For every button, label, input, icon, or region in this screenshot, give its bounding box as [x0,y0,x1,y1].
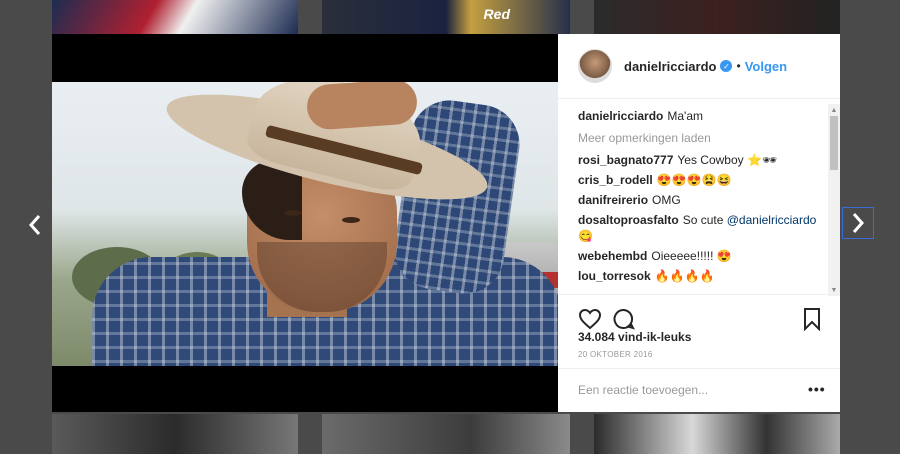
list-item: cris_b_rodell 😍😍😍😫😆 [578,172,822,188]
comment-text: OMG [652,193,681,207]
list-item: danifreirerio OMG [578,192,822,208]
header-username[interactable]: danielricciardo [624,59,716,74]
list-item: dosaltoproasfalto So cute @danielricciard… [578,212,822,244]
eye [284,210,302,216]
grid-thumbnail[interactable] [322,414,570,454]
hand [305,82,419,131]
thumbnail-text: Red [483,6,510,22]
comment-list: danielricciardo Ma'am Meer opmerkingen la… [578,108,822,292]
comment-button[interactable] [612,307,636,331]
heart-icon [578,308,602,330]
caption-text: Ma'am [667,109,704,123]
list-item: lou_torresok 🔥🔥🔥🔥 [578,268,822,284]
caption-username[interactable]: danielricciardo [578,109,663,123]
comment-username[interactable]: danifreirerio [578,193,648,207]
grid-thumbnail[interactable] [52,414,298,454]
list-item: rosi_bagnato777 Yes Cowboy ⭐🕶 [578,152,822,168]
post-date: 20 OKTOBER 2016 [578,350,653,359]
post-modal: danielricciardo ✓ • Volgen danielricciar… [52,34,840,412]
comment-username[interactable]: cris_b_rodell [578,173,653,187]
caption: danielricciardo Ma'am [578,108,822,124]
add-comment-input[interactable]: Een reactie toevoegen... [578,383,708,397]
comment-text: So cute [682,213,724,227]
list-item: webehembd Oieeeee!!!!! 😍 [578,248,822,264]
scroll-thumb[interactable] [830,116,838,170]
load-more-comments-button[interactable]: Meer opmerkingen laden [578,130,822,146]
speech-bubble-icon [613,308,635,330]
bookmark-icon [804,308,820,332]
scroll-up-icon[interactable]: ▲ [828,104,840,116]
previous-post-button[interactable] [20,210,50,240]
verified-badge-icon: ✓ [720,60,733,72]
comment-text: 🔥🔥🔥🔥 [654,269,715,283]
grid-thumbnail[interactable] [594,414,840,454]
photo-scene [52,82,558,366]
chevron-right-icon [852,213,865,233]
like-button[interactable] [578,307,602,331]
comment-emoji: 😋 [578,229,593,243]
separator: • [736,59,741,73]
grid-thumbnail[interactable]: Red [322,0,570,34]
post-header: danielricciardo ✓ • Volgen [558,34,840,99]
avatar[interactable] [578,49,612,83]
next-post-button[interactable] [842,207,874,239]
save-button[interactable] [800,307,824,332]
comment-username[interactable]: rosi_bagnato777 [578,153,673,167]
add-comment-bar: Een reactie toevoegen... ••• [558,368,840,413]
comment-username[interactable]: lou_torresok [578,269,651,283]
chevron-left-icon [28,215,41,235]
comment-text: Oieeeee!!!!! 😍 [651,249,732,263]
mention-link[interactable]: @danielricciardo [727,213,817,227]
comment-text: 😍😍😍😫😆 [656,173,732,187]
comment-username[interactable]: webehembd [578,249,647,263]
comments-scrollbar[interactable]: ▲ ▼ [828,104,840,296]
follow-button[interactable]: Volgen [745,59,787,74]
comment-username[interactable]: dosaltoproasfalto [578,213,679,227]
like-count[interactable]: 34.084 vind-ik-leuks [578,330,691,344]
more-options-icon[interactable]: ••• [808,381,826,397]
comment-text: Yes Cowboy ⭐🕶 [677,153,778,167]
post-sidebar: danielricciardo ✓ • Volgen danielricciar… [558,34,840,412]
eye [342,217,360,223]
post-photo[interactable] [52,34,558,412]
grid-thumbnail[interactable] [594,0,840,34]
grid-thumbnail[interactable] [52,0,298,34]
